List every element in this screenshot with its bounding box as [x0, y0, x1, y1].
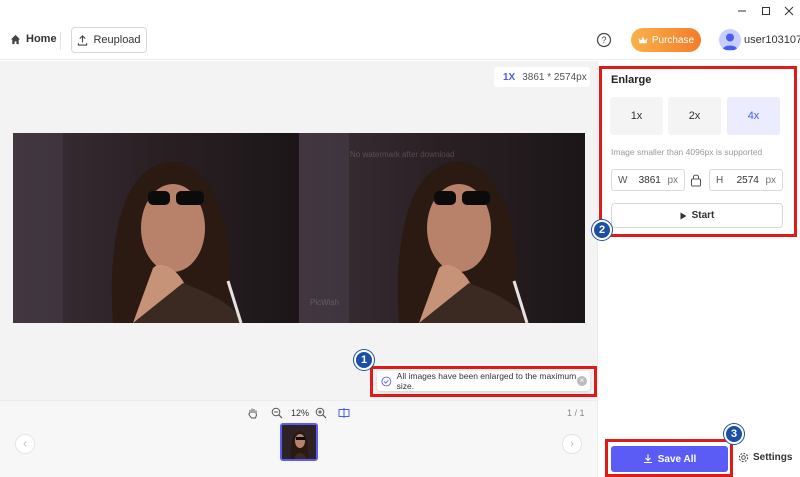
save-all-button[interactable]: Save All — [611, 446, 728, 472]
size-limit-note: Image smaller than 4096px is supported — [611, 147, 763, 157]
check-circle-icon — [381, 376, 392, 386]
scale-4x-button[interactable]: 4x — [727, 97, 780, 135]
image-thumbnail[interactable] — [280, 423, 318, 461]
height-unit: px — [765, 174, 776, 186]
prev-arrow-icon[interactable]: ‹ — [15, 434, 35, 454]
original-image — [13, 133, 299, 323]
home-button[interactable]: Home — [10, 33, 57, 45]
header-divider — [60, 32, 61, 50]
page-count: 1 / 1 — [567, 408, 585, 418]
purchase-button[interactable]: Purchase — [631, 28, 701, 52]
svg-text:?: ? — [601, 35, 606, 45]
annotation-badge-3: 3 — [724, 424, 744, 444]
panel-title: Enlarge — [611, 74, 652, 86]
lock-icon[interactable] — [690, 173, 702, 187]
title-bar — [0, 0, 800, 21]
app-header: Home Reupload ? Purchase user103107 — [0, 21, 800, 60]
crown-icon — [638, 36, 648, 44]
toast-message: All images have been enlarged to the max… — [396, 371, 577, 391]
maximize-icon[interactable] — [755, 2, 777, 19]
watermark-brand: PicWish — [310, 298, 339, 307]
scale-1x-button[interactable]: 1x — [610, 97, 663, 135]
height-field[interactable]: H 2574 px — [709, 169, 783, 191]
purchase-label: Purchase — [651, 34, 695, 46]
settings-button[interactable]: Settings — [738, 452, 792, 463]
width-label: W — [618, 174, 628, 186]
height-value[interactable]: 2574 — [730, 175, 765, 186]
zoom-percent: 12% — [291, 408, 310, 418]
enlarged-image — [299, 133, 585, 323]
reupload-button[interactable]: Reupload — [71, 27, 147, 53]
close-icon[interactable] — [778, 2, 800, 19]
home-label: Home — [26, 33, 57, 45]
download-icon — [643, 454, 652, 464]
width-value[interactable]: 3861 — [632, 175, 667, 186]
next-arrow-icon[interactable]: › — [562, 434, 582, 454]
minimize-icon[interactable] — [731, 2, 753, 19]
width-field[interactable]: W 3861 px — [611, 169, 685, 191]
annotation-badge-2: 2 — [592, 220, 612, 240]
image-dimensions: 3861 * 2574px — [522, 71, 587, 83]
width-unit: px — [667, 174, 678, 186]
hand-icon[interactable] — [246, 406, 260, 420]
compare-icon[interactable] — [337, 406, 351, 420]
play-icon — [680, 212, 687, 219]
start-label: Start — [691, 210, 715, 221]
settings-label: Settings — [753, 452, 793, 463]
zoom-in-icon[interactable] — [314, 406, 328, 420]
avatar[interactable] — [719, 29, 741, 51]
height-label: H — [716, 174, 724, 186]
zoom-out-icon[interactable] — [270, 406, 284, 420]
toast-close-icon[interactable]: × — [577, 376, 587, 386]
help-icon[interactable]: ? — [596, 32, 612, 48]
success-toast: All images have been enlarged to the max… — [377, 371, 590, 391]
annotation-badge-1: 1 — [354, 350, 374, 370]
image-size-chip: 1X 3861 * 2574px — [494, 67, 590, 87]
scale-2x-button[interactable]: 2x — [668, 97, 721, 135]
home-icon — [10, 34, 21, 44]
upload-icon — [78, 34, 88, 46]
zoom-factor: 1X — [503, 71, 516, 83]
gear-icon — [738, 452, 749, 463]
watermark-text: No watermark after download — [350, 150, 455, 159]
start-button[interactable]: Start — [611, 203, 783, 228]
reupload-label: Reupload — [93, 34, 141, 46]
save-all-label: Save All — [657, 453, 697, 465]
username[interactable]: user103107 — [744, 34, 800, 46]
